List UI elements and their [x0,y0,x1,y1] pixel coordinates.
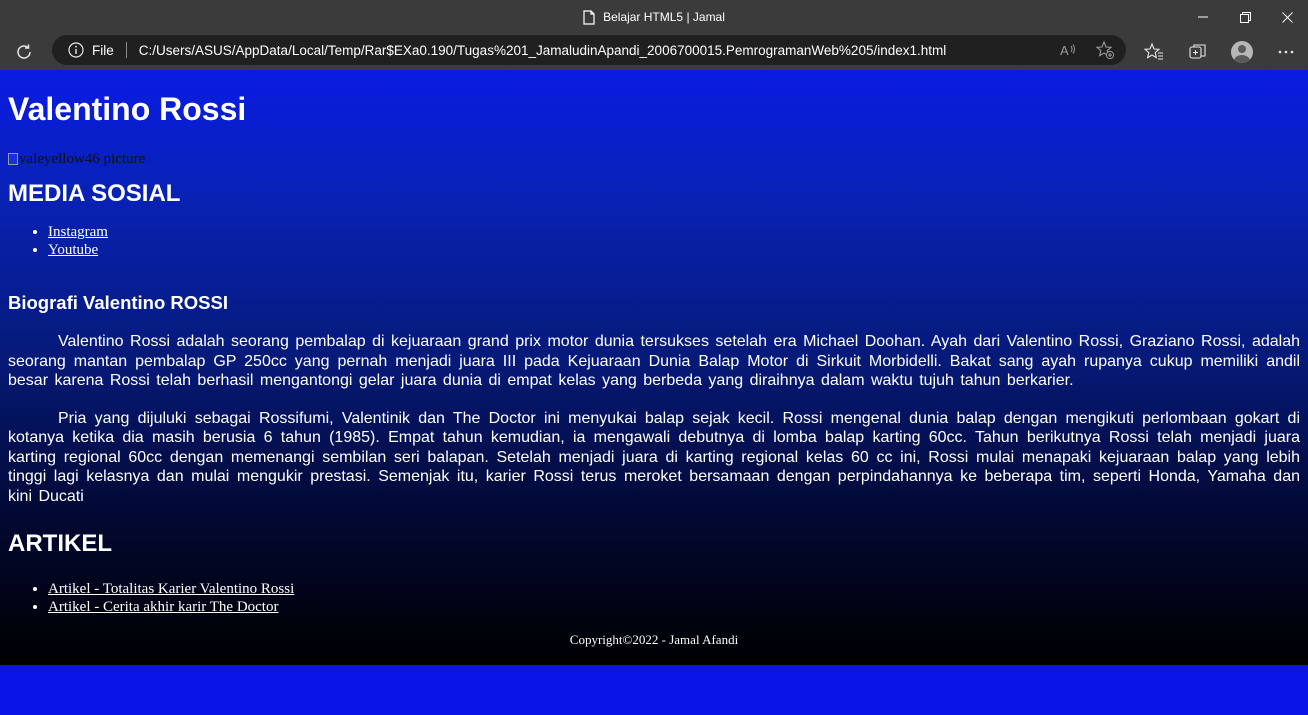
bio-paragraph: Pria yang dijuluki sebagai Rossifumi, Va… [8,409,1300,505]
footer-copyright: Copyright©2022 - Jamal Afandi [569,632,739,647]
address-bar[interactable]: File C:/Users/ASUS/AppData/Local/Temp/Ra… [52,35,1126,65]
page-body: Valentino Rossi valeyellow46 picture MED… [0,70,1308,665]
restore-button[interactable] [1224,0,1266,34]
scheme-label: File [92,42,114,58]
youtube-link[interactable]: Youtube [48,242,98,258]
minimize-icon [1198,16,1208,18]
close-icon [1281,11,1293,23]
add-favorite-icon[interactable] [1094,39,1116,61]
profile-avatar [1231,41,1253,63]
broken-image-icon [8,153,18,165]
social-list: Instagram Youtube [8,223,1300,259]
window-controls [1182,0,1308,34]
profile-button[interactable] [1228,39,1256,65]
address-actions: A [1058,39,1116,61]
minimize-button[interactable] [1182,0,1224,34]
refresh-icon [17,44,31,59]
read-aloud-icon[interactable]: A [1058,39,1080,61]
article-list: Artikel - Totalitas Karier Valentino Ros… [8,580,1300,616]
article-link[interactable]: Artikel - Totalitas Karier Valentino Ros… [48,581,294,597]
address-divider [125,42,127,58]
social-heading: MEDIA SOSIAL [8,180,181,207]
profile-picture: valeyellow46 picture [8,150,1300,168]
list-item: Youtube [48,241,1300,259]
svg-text:A: A [1060,43,1069,58]
info-icon[interactable] [68,42,84,58]
document-icon [583,9,595,25]
article-heading: ARTIKEL [8,530,112,557]
list-item: Instagram [48,223,1300,241]
bio-paragraph: Valentino Rossi adalah seorang pembalap … [8,333,1300,389]
window-title: Belajar HTML5 | Jamal [603,10,725,24]
image-alt-text: valeyellow46 picture [19,150,146,167]
toolbar-actions [1140,39,1300,65]
page-viewport: Valentino Rossi valeyellow46 picture MED… [0,70,1308,715]
more-icon[interactable] [1272,39,1300,65]
close-button[interactable] [1266,0,1308,34]
browser-toolbar: File C:/Users/ASUS/AppData/Local/Temp/Ra… [0,34,1308,70]
bio-heading: Biografi Valentino ROSSI [8,292,228,313]
list-item: Artikel - Cerita akhir karir The Doctor [48,598,1300,616]
article-link[interactable]: Artikel - Cerita akhir karir The Doctor [48,599,278,615]
instagram-link[interactable]: Instagram [48,224,108,240]
page-title: Valentino Rossi [8,91,247,127]
restore-icon [1239,11,1251,23]
window-title-area: Belajar HTML5 | Jamal [0,0,1308,34]
favorites-icon[interactable] [1140,39,1168,65]
url-text[interactable]: C:/Users/ASUS/AppData/Local/Temp/Rar$EXa… [139,43,946,58]
list-item: Artikel - Totalitas Karier Valentino Ros… [48,580,1300,598]
title-bar: Belajar HTML5 | Jamal [0,0,1308,34]
reload-button[interactable] [12,40,36,64]
collections-icon[interactable] [1184,39,1212,65]
